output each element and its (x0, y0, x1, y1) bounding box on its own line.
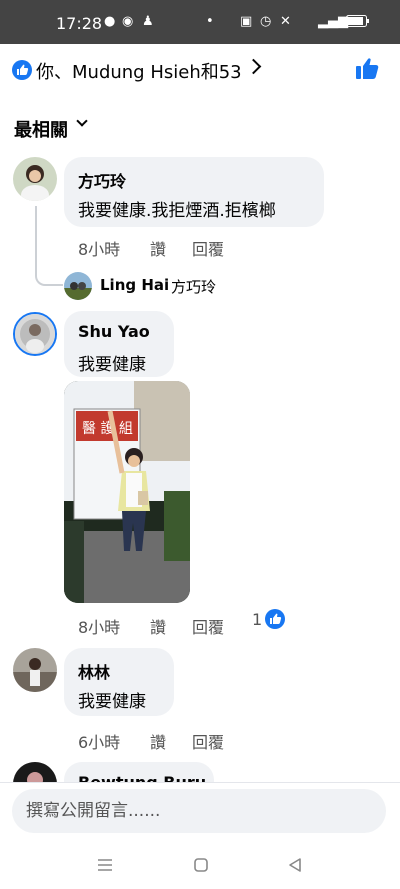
comment-author[interactable]: 林林 (78, 659, 110, 683)
comment-time: 6小時 (78, 733, 121, 752)
comment-text: 我要健康 (78, 355, 146, 375)
person-icon: ♟ (142, 14, 154, 29)
status-time: 17:28 (56, 14, 103, 33)
composer-bar (0, 782, 400, 842)
comment-text: 我要健康.我拒煙酒.拒檳榔 (78, 201, 276, 221)
notification-icon: ● (104, 14, 116, 29)
reply-button[interactable]: 回覆 (192, 614, 224, 638)
thumbs-up-icon[interactable] (354, 56, 380, 82)
comment-bubble[interactable]: 林林 我要健康 (64, 648, 174, 716)
comment-time: 8小時 (78, 240, 121, 259)
like-button[interactable]: 讚 (150, 236, 166, 260)
comment-actions: 6小時 讚 回覆 (78, 729, 278, 753)
reply-author: Ling Hai (100, 276, 170, 294)
signal-icon: ▂▄▆ (318, 14, 348, 29)
nfc-icon: ▣ (240, 14, 253, 29)
avatar[interactable] (13, 648, 57, 692)
comment-author[interactable]: 方巧玲 (78, 168, 126, 192)
comment-actions: 8小時 讚 回覆 (78, 236, 278, 260)
chevron-right-icon (245, 58, 262, 75)
reaction-summary: 你、Mudung Hsieh和53 (36, 62, 242, 83)
reply-thread-line (35, 206, 63, 286)
reply-button[interactable]: 回覆 (192, 729, 224, 753)
mute-icon: ✕ (280, 14, 291, 29)
photo-sign-text: 醫 護 組 (82, 421, 133, 437)
status-bar: 17:28 ● ◉ ♟ • ▣ ◷ ✕ ▂▄▆ (0, 0, 400, 44)
like-button[interactable]: 讚 (150, 729, 166, 753)
reaction-count[interactable]: 1 (252, 610, 262, 629)
sort-dropdown[interactable]: 最相關 (14, 116, 68, 142)
reply-button[interactable]: 回覆 (192, 236, 224, 260)
messenger-icon: ◉ (122, 14, 134, 29)
reply-text: 方巧玲 (171, 278, 217, 296)
comment-input[interactable] (12, 789, 386, 833)
comment-text: 我要健康 (78, 692, 146, 712)
menu-icon[interactable] (96, 856, 114, 874)
battery-icon (346, 15, 369, 27)
comment-time: 8小時 (78, 618, 121, 637)
like-reaction-icon[interactable] (265, 609, 285, 629)
avatar (64, 272, 92, 300)
comment-photo[interactable]: 醫 護 組 (64, 381, 190, 603)
comment-bubble[interactable]: Shu Yao 我要健康 (64, 311, 174, 377)
comment-bubble[interactable]: 方巧玲 我要健康.我拒煙酒.拒檳榔 (64, 157, 324, 227)
home-icon[interactable] (192, 856, 210, 874)
comment-actions: 8小時 讚 回覆 (78, 614, 278, 638)
reactions-header[interactable]: 你、Mudung Hsieh和53 (0, 48, 400, 94)
chevron-down-icon[interactable] (76, 115, 88, 127)
avatar[interactable] (13, 157, 57, 201)
like-badge-icon (12, 60, 32, 80)
alarm-icon: ◷ (260, 14, 272, 29)
dot-icon: • (206, 14, 214, 29)
navigation-bar (0, 844, 400, 889)
avatar[interactable] (13, 312, 57, 356)
back-icon[interactable] (286, 856, 304, 874)
like-button[interactable]: 讚 (150, 614, 166, 638)
comment-author[interactable]: Shu Yao (78, 322, 150, 341)
